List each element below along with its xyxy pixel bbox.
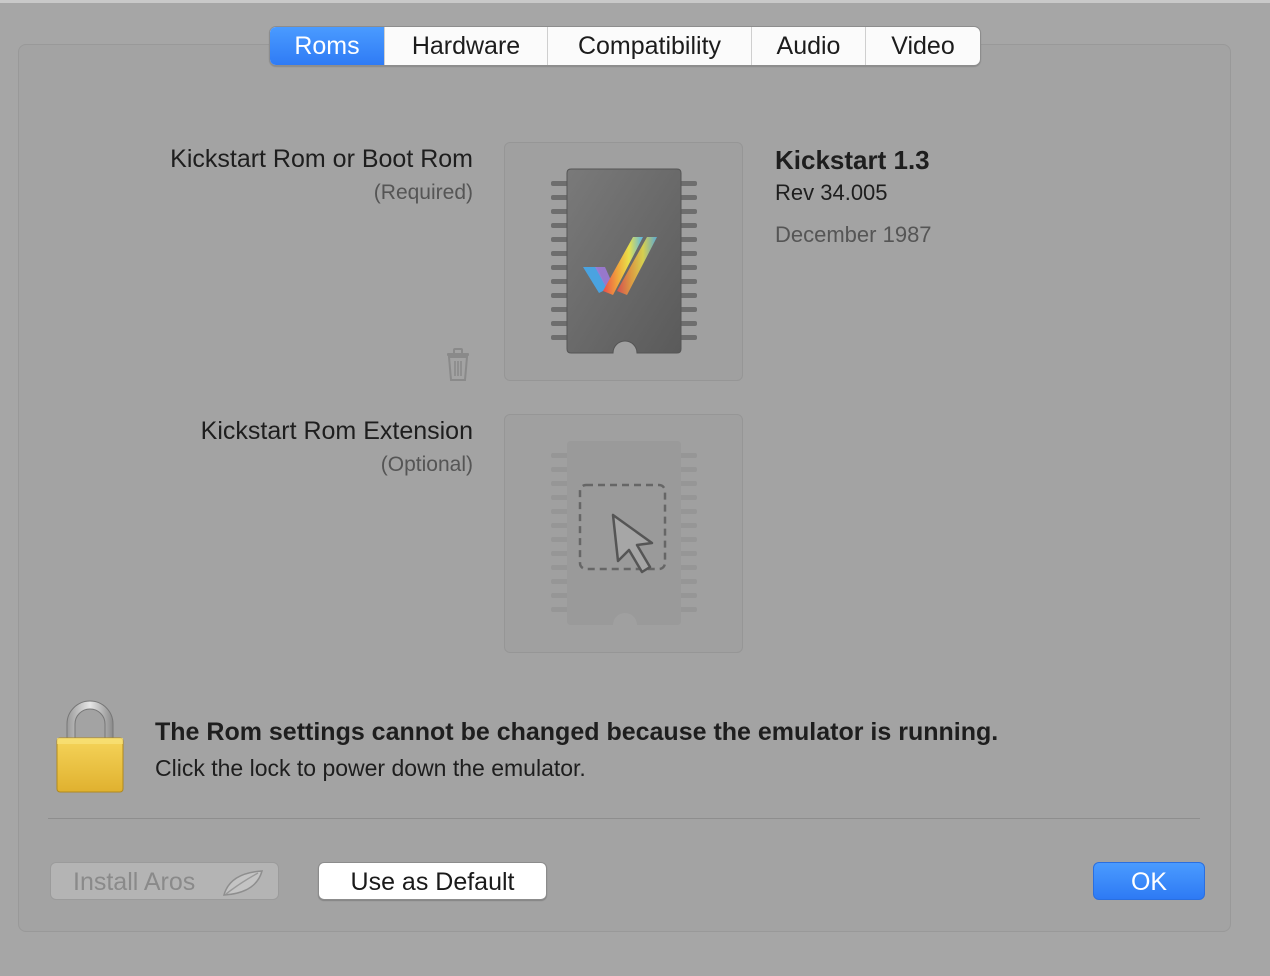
rom-title: Kickstart 1.3 bbox=[775, 145, 930, 175]
ok-button[interactable]: OK bbox=[1093, 862, 1205, 900]
install-aros-button[interactable]: Install Aros bbox=[50, 862, 279, 900]
rom-chip-icon bbox=[551, 168, 697, 354]
trash-icon[interactable] bbox=[443, 348, 473, 387]
drop-target-icon bbox=[551, 441, 697, 625]
lock-message-detail: Click the lock to power down the emulato… bbox=[155, 755, 586, 781]
lock-icon[interactable] bbox=[55, 698, 125, 799]
rom-revision: Rev 34.005 bbox=[775, 180, 888, 205]
extension-rom-well[interactable] bbox=[504, 414, 743, 653]
rom-date: December 1987 bbox=[775, 222, 932, 247]
kickstart-label: Kickstart Rom or Boot Rom bbox=[170, 145, 473, 173]
window-top-edge bbox=[0, 0, 1270, 3]
divider bbox=[48, 818, 1200, 819]
tab-compatibility[interactable]: Compatibility bbox=[547, 27, 751, 65]
extension-optional-label: (Optional) bbox=[380, 453, 473, 476]
use-as-default-button[interactable]: Use as Default bbox=[318, 862, 547, 900]
tab-roms[interactable]: Roms bbox=[270, 27, 384, 65]
tab-bar: Roms Hardware Compatibility Audio Video bbox=[269, 26, 981, 66]
kickstart-rom-well[interactable] bbox=[504, 142, 743, 381]
install-aros-label: Install Aros bbox=[73, 868, 196, 896]
tab-audio[interactable]: Audio bbox=[751, 27, 865, 65]
extension-label: Kickstart Rom Extension bbox=[200, 417, 473, 445]
lock-message-title: The Rom settings cannot be changed becau… bbox=[155, 718, 999, 746]
tab-video[interactable]: Video bbox=[865, 27, 980, 65]
kickstart-required-label: (Required) bbox=[373, 181, 473, 204]
leaf-icon bbox=[222, 869, 264, 908]
tab-hardware[interactable]: Hardware bbox=[384, 27, 547, 65]
